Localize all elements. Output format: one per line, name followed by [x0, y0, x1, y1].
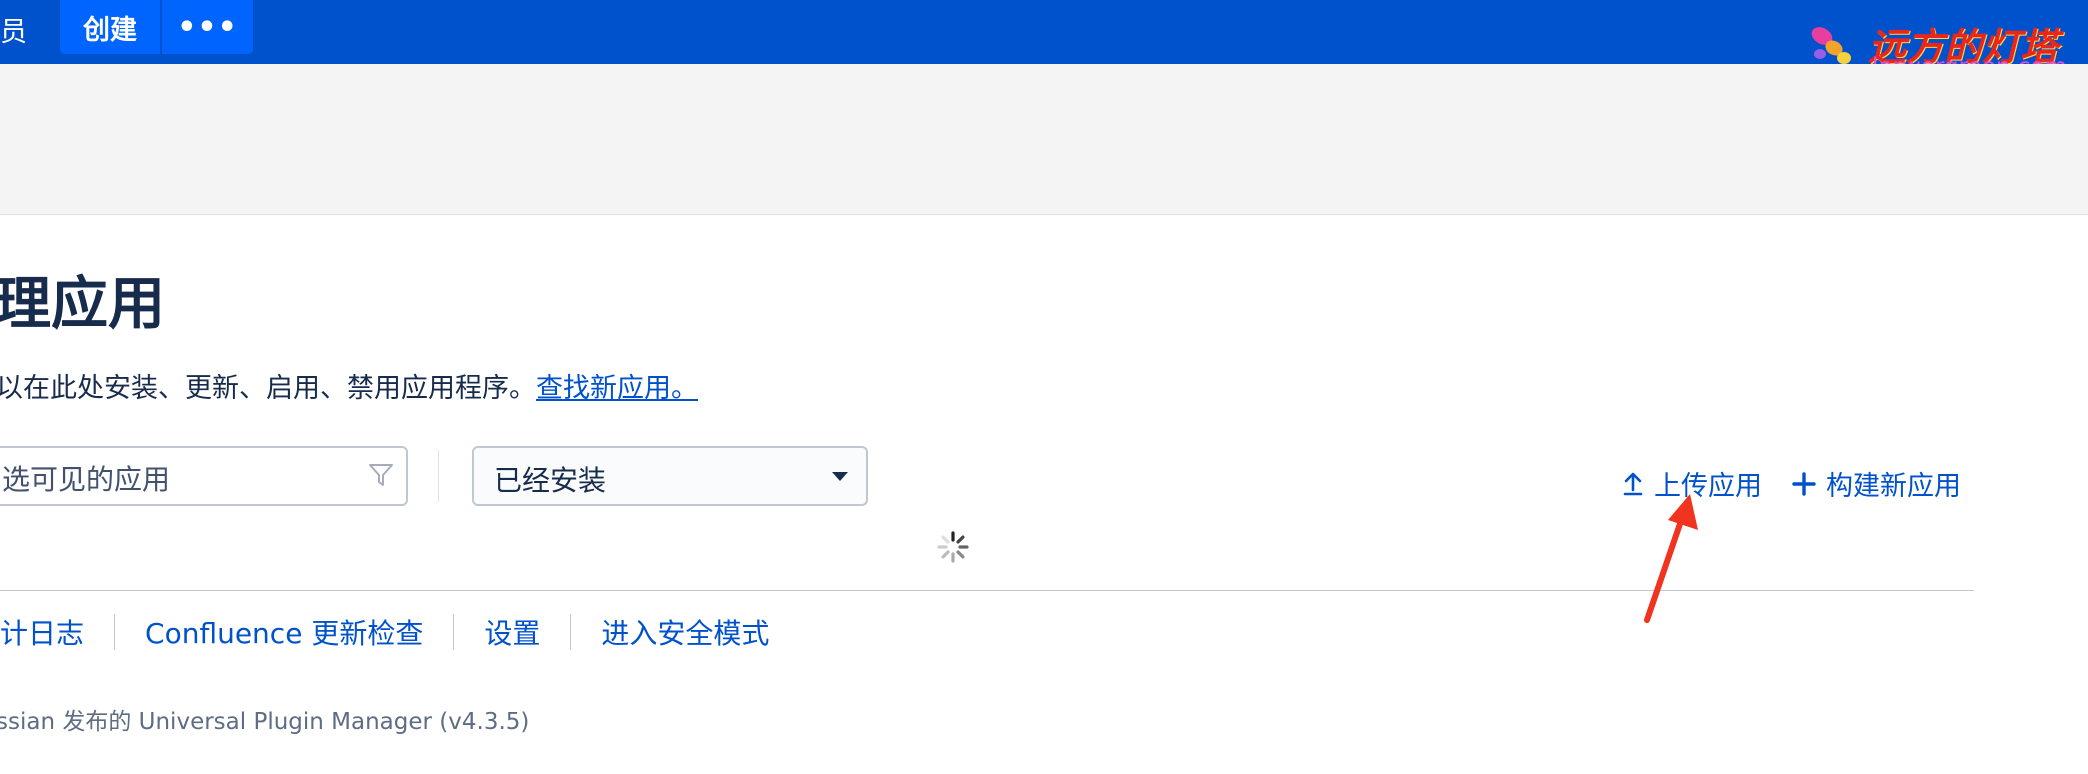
filter-placeholder: 选可见的应用 [2, 463, 171, 496]
filter-icon [369, 464, 393, 486]
more-options-button[interactable]: ••• [162, 0, 253, 54]
footer-separator [114, 614, 116, 650]
build-new-app-label: 构建新应用 [1826, 471, 1961, 502]
toolbar-divider [438, 450, 439, 502]
build-new-app-link[interactable]: 构建新应用 [1792, 464, 1961, 503]
nav-item-cut[interactable]: 员 [0, 10, 27, 49]
footer-separator [453, 614, 455, 650]
create-button-group: 创建 ••• [60, 0, 253, 54]
annotation-arrow-icon [1644, 494, 1698, 623]
settings-link[interactable]: 设置 [484, 612, 540, 652]
plus-icon [1792, 471, 1816, 496]
loading-spinner-icon [937, 531, 969, 563]
selected-status: 已经安装 [494, 464, 607, 497]
footer-separator [570, 614, 572, 650]
description-text: 以在此处安装、更新、启用、禁用应用程序。 [0, 373, 536, 404]
footer-links: 计日志 Confluence 更新检查 设置 进入安全模式 [0, 612, 769, 652]
filter-apps-input[interactable]: 选可见的应用 [0, 446, 408, 506]
update-check-link[interactable]: Confluence 更新检查 [145, 612, 423, 652]
sub-header-banner [0, 64, 2088, 215]
create-button[interactable]: 创建 [60, 0, 160, 54]
chevron-down-icon [832, 472, 848, 481]
upm-version-credit: ssian 发布的 Universal Plugin Manager (v4.3… [0, 709, 530, 735]
top-navigation-bar: 员 创建 ••• [0, 0, 2088, 64]
find-new-apps-link[interactable]: 查找新应用。 [536, 373, 698, 404]
safe-mode-link[interactable]: 进入安全模式 [601, 612, 769, 652]
audit-log-link[interactable]: 计日志 [0, 612, 84, 652]
app-status-select[interactable]: 已经安装 [472, 446, 868, 506]
more-icon: ••• [177, 9, 238, 45]
page-description: 以在此处安装、更新、启用、禁用应用程序。查找新应用。 [0, 366, 698, 405]
page-title: 理应用 [0, 271, 165, 337]
